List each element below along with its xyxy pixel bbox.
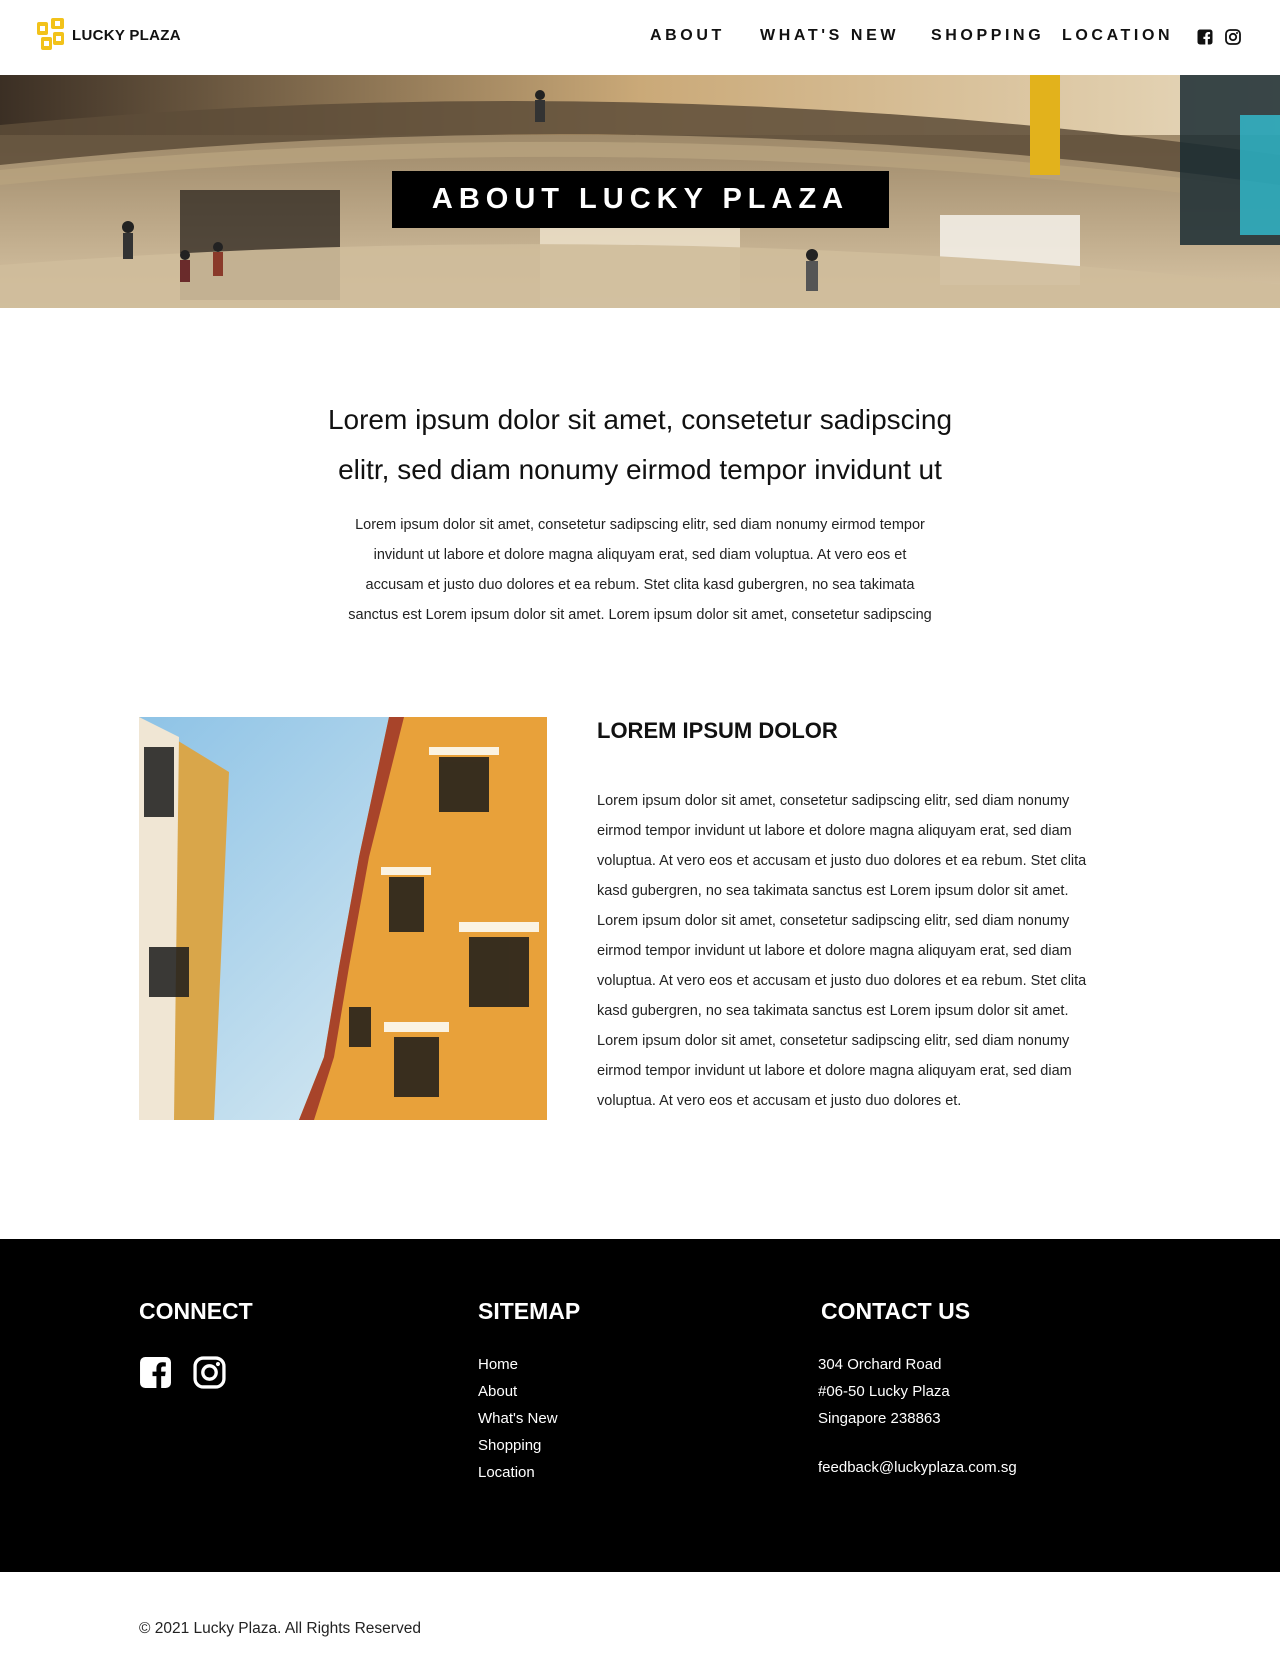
- page-title: ABOUT LUCKY PLAZA: [431, 183, 850, 215]
- feature-line: Lorem ipsum dolor sit amet, consetetur s…: [597, 913, 1070, 929]
- contact-address: 304 Orchard Road #06-50 Lucky Plaza Sing…: [818, 1351, 950, 1432]
- intro-line: invidunt ut labore et dolore magna aliqu…: [373, 547, 907, 563]
- nav-whats-new[interactable]: WHAT'S NEW: [760, 27, 899, 45]
- copyright-text: © 2021 Lucky Plaza. All Rights Reserved: [139, 1620, 421, 1637]
- feature-line: kasd gubergren, no sea takimata sanctus …: [597, 1003, 1069, 1019]
- intro-heading-line: Lorem ipsum dolor sit amet, consetetur s…: [327, 404, 953, 435]
- facebook-icon[interactable]: [1197, 29, 1213, 45]
- intro-line: sanctus est Lorem ipsum dolor sit amet. …: [348, 607, 932, 623]
- intro-line: accusam et justo duo dolores et ea rebum…: [365, 577, 915, 593]
- intro-heading: Lorem ipsum dolor sit amet, consetetur s…: [240, 395, 1040, 495]
- sitemap-heading: SITEMAP: [478, 1298, 581, 1324]
- sitemap-link-location[interactable]: Location: [478, 1464, 535, 1481]
- feature-title: LOREM IPSUM DOLOR: [597, 718, 838, 743]
- feature-line: eirmod tempor invidunt ut labore et dolo…: [597, 943, 1072, 959]
- list-item: About: [478, 1378, 558, 1405]
- list-item: Home: [478, 1351, 558, 1378]
- brand-name: LUCKY PLAZA: [72, 26, 181, 44]
- site-header: LUCKY PLAZA ABOUT WHAT'S NEW SHOPPING LO…: [0, 0, 1280, 75]
- facebook-icon[interactable]: [139, 1356, 172, 1389]
- building-facade-image: [139, 717, 547, 1120]
- feature-line: voluptua. At vero eos et accusam et just…: [597, 853, 1087, 869]
- instagram-icon[interactable]: [1225, 29, 1241, 45]
- intro-heading-line: elitr, sed diam nonumy eirmod tempor inv…: [338, 454, 942, 485]
- nav-location[interactable]: LOCATION: [1062, 27, 1173, 45]
- feature-line: voluptua. At vero eos et accusam et just…: [597, 973, 1087, 989]
- contact-email-link[interactable]: feedback@luckyplaza.com.sg: [818, 1459, 1017, 1476]
- feature-line: Lorem ipsum dolor sit amet, consetetur s…: [597, 1033, 1070, 1049]
- instagram-icon[interactable]: [193, 1356, 226, 1389]
- address-line: #06-50 Lucky Plaza: [818, 1383, 950, 1400]
- sitemap-link-home[interactable]: Home: [478, 1356, 518, 1373]
- list-item: What's New: [478, 1405, 558, 1432]
- list-item: Location: [478, 1459, 558, 1486]
- list-item: Shopping: [478, 1432, 558, 1459]
- address-line: 304 Orchard Road: [818, 1356, 942, 1373]
- sitemap-link-whats-new[interactable]: What's New: [478, 1410, 558, 1427]
- feature-paragraph: Lorem ipsum dolor sit amet, consetetur s…: [597, 786, 1137, 1116]
- sitemap-link-about[interactable]: About: [478, 1383, 517, 1400]
- connect-heading: CONNECT: [139, 1298, 253, 1324]
- address-line: Singapore 238863: [818, 1410, 941, 1427]
- brand-logo[interactable]: LUCKY PLAZA: [37, 18, 181, 52]
- feature-line: Lorem ipsum dolor sit amet, consetetur s…: [597, 793, 1070, 809]
- sitemap-list: Home About What's New Shopping Location: [478, 1351, 558, 1486]
- site-footer: CONNECT SITEMAP CONTACT US Home About Wh…: [0, 1239, 1280, 1572]
- intro-paragraph: Lorem ipsum dolor sit amet, consetetur s…: [320, 510, 960, 630]
- lucky-plaza-logo-icon: [37, 18, 64, 50]
- hero-title-box: ABOUT LUCKY PLAZA: [392, 171, 889, 228]
- sitemap-link-shopping[interactable]: Shopping: [478, 1437, 541, 1454]
- feature-line: voluptua. At vero eos et accusam et just…: [597, 1093, 962, 1109]
- intro-line: Lorem ipsum dolor sit amet, consetetur s…: [355, 517, 925, 533]
- feature-line: eirmod tempor invidunt ut labore et dolo…: [597, 823, 1072, 839]
- feature-line: kasd gubergren, no sea takimata sanctus …: [597, 883, 1069, 899]
- nav-about[interactable]: ABOUT: [650, 27, 725, 45]
- feature-line: eirmod tempor invidunt ut labore et dolo…: [597, 1063, 1072, 1079]
- nav-shopping[interactable]: SHOPPING: [931, 27, 1044, 45]
- hero-banner: ABOUT LUCKY PLAZA: [0, 75, 1280, 308]
- contact-heading: CONTACT US: [821, 1298, 971, 1324]
